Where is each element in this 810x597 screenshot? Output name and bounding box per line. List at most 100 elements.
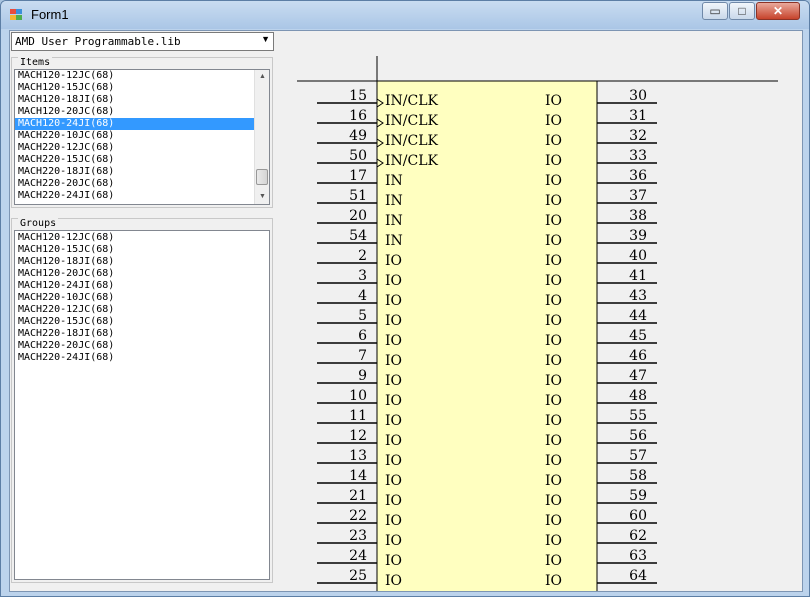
list-item[interactable]: MACH120-15JC(68) <box>15 82 269 94</box>
pin-name: IO <box>545 313 562 329</box>
list-item[interactable]: MACH220-15JC(68) <box>15 154 269 166</box>
pin-number: 63 <box>629 548 647 564</box>
pin-name: IO <box>545 353 562 369</box>
list-item[interactable]: MACH220-24JI(68) <box>15 352 269 364</box>
close-button[interactable]: ✕ <box>756 2 800 20</box>
pin-name: IO <box>385 333 402 349</box>
minimize-button[interactable]: ▭ <box>702 2 728 20</box>
pin-number: 31 <box>629 108 647 124</box>
list-item[interactable]: MACH220-20JC(68) <box>15 340 269 352</box>
pin-name: IO <box>385 373 402 389</box>
pin-name: IO <box>545 393 562 409</box>
pin-name: IO <box>385 553 402 569</box>
pin-number: 50 <box>349 148 367 164</box>
title-bar[interactable]: Form1 ▭ □ ✕ <box>1 1 809 29</box>
pin-name: IO <box>545 253 562 269</box>
list-item[interactable]: MACH220-15JC(68) <box>15 316 269 328</box>
pin-number: 11 <box>349 408 367 424</box>
pin-number: 62 <box>629 528 647 544</box>
pin-number: 49 <box>349 128 367 144</box>
pin-number: 16 <box>349 108 367 124</box>
list-item[interactable]: MACH120-15JC(68) <box>15 244 269 256</box>
pin-number: 9 <box>358 368 367 384</box>
pin-number: 17 <box>349 168 367 184</box>
pin-name: IN <box>385 213 403 229</box>
pin-name: IO <box>385 393 402 409</box>
pin-number: 39 <box>629 228 647 244</box>
items-scrollbar[interactable]: ▲ ▼ <box>254 70 269 204</box>
pin-name: IO <box>545 153 562 169</box>
list-item[interactable]: MACH220-18JI(68) <box>15 166 269 178</box>
pin-number: 59 <box>629 488 647 504</box>
pin-name: IO <box>385 293 402 309</box>
app-icon[interactable] <box>10 9 23 21</box>
pin-number: 40 <box>629 248 647 264</box>
list-item[interactable]: MACH220-24JI(68) <box>15 190 269 202</box>
window-title: Form1 <box>31 7 69 22</box>
pin-number: 33 <box>629 148 647 164</box>
pin-number: 13 <box>349 448 367 464</box>
list-item[interactable]: MACH120-12JC(68) <box>15 232 269 244</box>
library-combobox[interactable]: AMD User Programmable.lib ▼ <box>11 32 274 51</box>
library-combobox-value: AMD User Programmable.lib <box>15 35 181 48</box>
pin-number: 4 <box>358 288 367 304</box>
items-list: MACH120-12JC(68) MACH120-15JC(68) MACH120-… <box>15 70 269 202</box>
pin-number: 55 <box>629 408 647 424</box>
pin-number: 22 <box>349 508 367 524</box>
pin-number: 47 <box>629 368 647 384</box>
pin-number: 10 <box>349 388 367 404</box>
pin-name: IO <box>545 173 562 189</box>
pin-name: IO <box>545 193 562 209</box>
maximize-icon: □ <box>738 4 746 18</box>
pin-number: 6 <box>358 328 367 344</box>
items-listbox[interactable]: MACH120-12JC(68) MACH120-15JC(68) MACH120-… <box>14 69 270 205</box>
list-item[interactable]: MACH220-12JC(68) <box>15 304 269 316</box>
pin-number: 57 <box>629 448 647 464</box>
pin-name: IO <box>385 573 402 589</box>
list-item[interactable]: MACH120-20JC(68) <box>15 268 269 280</box>
pin-name: IO <box>545 473 562 489</box>
list-item[interactable]: MACH220-20JC(68) <box>15 178 269 190</box>
pin-number: 64 <box>629 568 647 584</box>
pin-name: IO <box>385 533 402 549</box>
items-groupbox: Items MACH120-12JC(68) MACH120-15JC(68) MA… <box>11 57 273 208</box>
list-item[interactable]: MACH220-10JC(68) <box>15 292 269 304</box>
list-item[interactable]: MACH120-24JI(68) <box>15 280 269 292</box>
pin-number: 5 <box>358 308 367 324</box>
list-item[interactable]: MACH120-18JI(68) <box>15 94 269 106</box>
pin-number: 15 <box>349 88 367 104</box>
pin-number: 36 <box>629 168 647 184</box>
list-item[interactable]: MACH220-10JC(68) <box>15 130 269 142</box>
pin-number: 14 <box>349 468 367 484</box>
symbol-canvas: 15 IN/CLK 16 IN/CLK 49 IN/CLK 50 IN/CLK 17 IN 51 IN… <box>275 51 802 591</box>
pin-number: 41 <box>629 268 647 284</box>
schematic-symbol: 15 IN/CLK16 IN/CLK49 IN/CLK50 IN/CLK17 IN51 IN… <box>297 56 778 591</box>
pin-name: IN/CLK <box>385 153 439 169</box>
pin-number: 46 <box>629 348 647 364</box>
pin-name: IO <box>385 473 402 489</box>
pin-name: IN/CLK <box>385 133 439 149</box>
groups-list: MACH120-12JC(68) MACH120-15JC(68) MACH120-… <box>15 232 269 364</box>
pin-name: IO <box>385 433 402 449</box>
list-item[interactable]: MACH120-12JC(68) <box>15 70 269 82</box>
pin-name: IN <box>385 173 403 189</box>
list-item[interactable]: MACH120-20JC(68) <box>15 106 269 118</box>
maximize-button[interactable]: □ <box>729 2 755 20</box>
pin-number: 12 <box>349 428 367 444</box>
items-group-label: Items <box>18 57 53 68</box>
scroll-up-icon[interactable]: ▲ <box>255 70 269 84</box>
pin-number: 38 <box>629 208 647 224</box>
list-item[interactable]: MACH220-12JC(68) <box>15 142 269 154</box>
pin-number: 56 <box>629 428 647 444</box>
groups-group-label: Groups <box>18 218 59 229</box>
list-item[interactable]: MACH220-18JI(68) <box>15 328 269 340</box>
pin-number: 54 <box>349 228 367 244</box>
client-area: AMD User Programmable.lib ▼ Items MACH12… <box>9 30 803 592</box>
list-item[interactable]: MACH120-24JI(68) <box>15 118 269 130</box>
chevron-down-icon[interactable]: ▼ <box>261 34 270 44</box>
groups-listbox[interactable]: MACH120-12JC(68) MACH120-15JC(68) MACH120-… <box>14 230 270 580</box>
list-item[interactable]: MACH120-18JI(68) <box>15 256 269 268</box>
pin-name: IO <box>385 493 402 509</box>
scroll-down-icon[interactable]: ▼ <box>255 190 269 204</box>
scroll-thumb[interactable] <box>256 169 268 185</box>
